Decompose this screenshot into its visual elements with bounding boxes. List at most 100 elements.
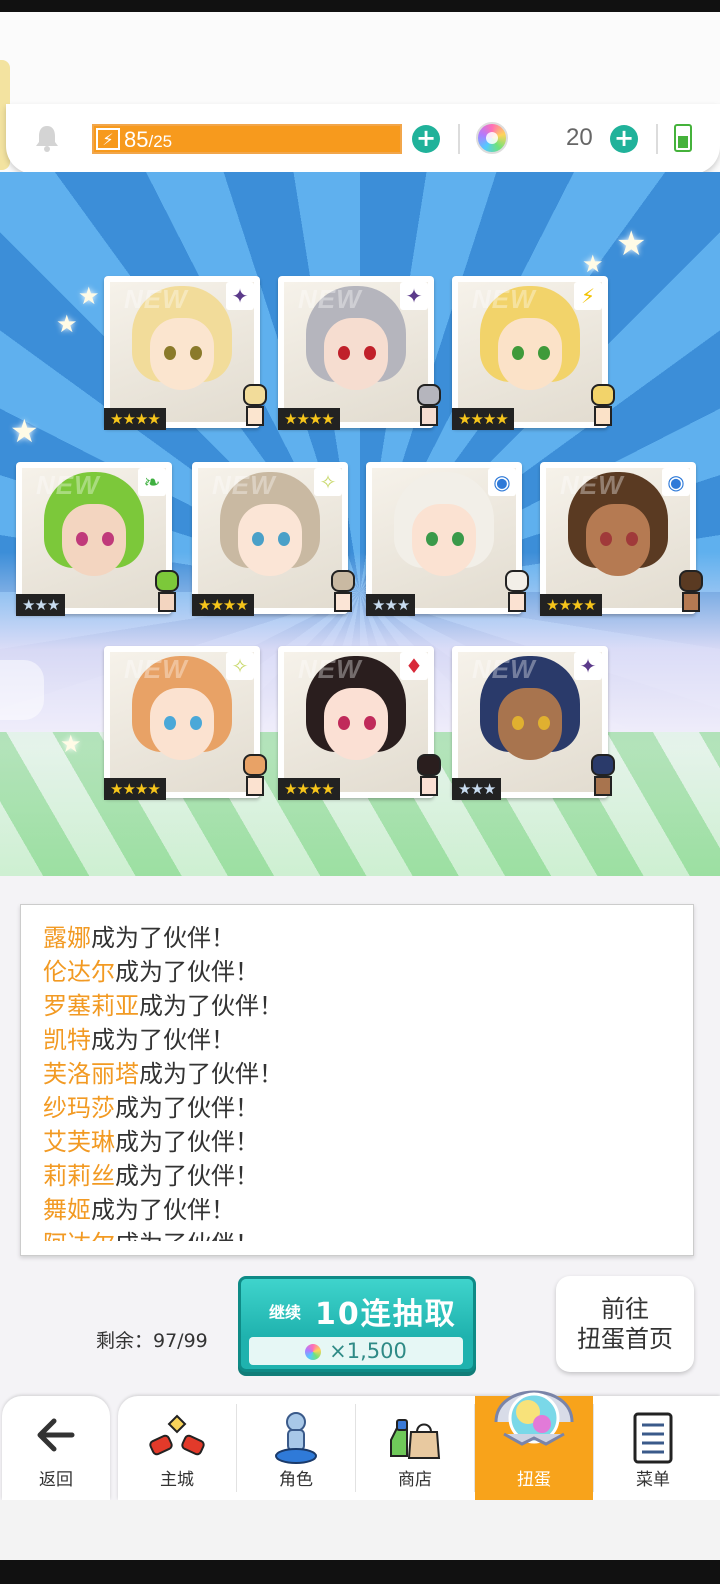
- nav-item-menu[interactable]: 菜单: [594, 1396, 712, 1500]
- stamina-max: /25: [148, 132, 173, 151]
- character-card[interactable]: NEW ❧ ★★★: [16, 462, 179, 622]
- back-label: 返回: [39, 1470, 73, 1490]
- portrait-eye: [252, 532, 264, 546]
- character-card[interactable]: NEW ✦ ★★★: [452, 646, 615, 806]
- star-rating: ★★★★: [452, 408, 514, 430]
- log-message: 成为了伙伴！: [115, 1094, 259, 1122]
- chibi-body: [158, 592, 176, 612]
- chibi-head: [591, 384, 615, 406]
- star-rating: ★★★: [16, 594, 66, 616]
- gem-count: 20: [566, 124, 593, 151]
- back-arrow-icon: [37, 1418, 75, 1452]
- log-character-name: 凯特: [43, 1026, 91, 1054]
- chibi-head: [679, 570, 703, 592]
- stamina-bolt-icon: ⚡: [96, 128, 120, 150]
- bell-icon[interactable]: [34, 124, 60, 152]
- draw-cost-value: ×1,500: [329, 1339, 407, 1363]
- chibi-sprite-icon: [586, 384, 620, 430]
- gacha-home-button[interactable]: 前往 扭蛋首页: [556, 1276, 694, 1372]
- log-line: 阿达尔成为了伙伴！: [43, 1227, 683, 1241]
- element-icon: ⚡: [574, 282, 602, 310]
- sparkle-icon: ★: [78, 282, 100, 310]
- sparkle-icon: ★: [60, 730, 82, 758]
- add-stamina-button[interactable]: +: [412, 125, 440, 153]
- star-rating: ★★★★: [278, 408, 340, 430]
- element-icon: ◉: [488, 468, 516, 496]
- log-character-name: 艾芙琳: [43, 1128, 115, 1156]
- nav-label-town: 主城: [160, 1470, 194, 1490]
- remaining-count: 剩余：97/99: [96, 1330, 208, 1352]
- stamina-current: 85: [124, 127, 149, 152]
- log-character-name: 罗塞莉亚: [43, 992, 139, 1020]
- chibi-body: [246, 776, 264, 796]
- bottom-strip: [0, 1500, 720, 1560]
- log-character-name: 阿达尔: [43, 1230, 115, 1241]
- stamina-text: 85/25: [124, 127, 172, 153]
- add-gem-button[interactable]: +: [610, 125, 638, 153]
- character-card[interactable]: NEW ✦ ★★★★: [104, 276, 267, 436]
- portrait-eye: [364, 346, 376, 360]
- portrait-eye: [278, 532, 290, 546]
- nav-label-gacha: 扭蛋: [517, 1470, 551, 1490]
- portrait-eye: [164, 716, 176, 730]
- portrait-face: [62, 504, 126, 576]
- portrait-face: [324, 318, 388, 390]
- nav-item-town[interactable]: 主城: [118, 1396, 236, 1500]
- portrait-face: [586, 504, 650, 576]
- log-character-name: 芙洛丽塔: [43, 1060, 139, 1088]
- side-handle[interactable]: [0, 660, 44, 720]
- chibi-sprite-icon: [500, 570, 534, 616]
- portrait-face: [150, 688, 214, 760]
- log-message: 成为了伙伴！: [115, 1230, 259, 1241]
- log-character-name: 纱玛莎: [43, 1094, 115, 1122]
- portrait-eye: [102, 532, 114, 546]
- character-card[interactable]: NEW ⚡ ★★★★: [452, 276, 615, 436]
- back-button[interactable]: 返回: [2, 1396, 110, 1500]
- chibi-sprite-icon: [674, 570, 708, 616]
- character-card[interactable]: NEW ♦ ★★★★: [278, 646, 441, 806]
- new-label: NEW: [472, 654, 536, 684]
- log-line: 莉莉丝成为了伙伴！: [43, 1159, 683, 1193]
- chibi-head: [591, 754, 615, 776]
- bottom-nav: 返回 主城 角色 商店 扭蛋 菜单: [0, 1390, 720, 1500]
- portrait-face: [150, 318, 214, 390]
- new-label: NEW: [124, 284, 188, 314]
- log-character-name: 莉莉丝: [43, 1162, 115, 1190]
- chibi-head: [155, 570, 179, 592]
- gem-icon: [305, 1344, 322, 1360]
- chibi-sprite-icon: [326, 570, 360, 616]
- portrait-eye: [76, 532, 88, 546]
- character-card[interactable]: NEW ✧ ★★★★: [192, 462, 355, 622]
- menu-list-icon: [633, 1412, 673, 1464]
- element-icon: ✧: [226, 652, 254, 680]
- acquisition-log[interactable]: 露娜成为了伙伴！ 伦达尔成为了伙伴！ 罗塞莉亚成为了伙伴！ 凯特成为了伙伴！ 芙洛丽塔成…: [20, 904, 694, 1256]
- nav-item-gacha[interactable]: 扭蛋: [475, 1390, 593, 1500]
- star-rating: ★★★★: [104, 408, 166, 430]
- character-card[interactable]: NEW ✧ ★★★★: [104, 646, 267, 806]
- portrait-eye: [512, 716, 524, 730]
- draw-continue-label: 继续: [269, 1303, 302, 1322]
- star-rating: ★★★★: [192, 594, 254, 616]
- nav-item-shop[interactable]: 商店: [356, 1396, 474, 1500]
- draw-10-button[interactable]: 继续 10连抽取 ×1,500: [238, 1276, 476, 1372]
- portrait-eye: [512, 346, 524, 360]
- chibi-body: [420, 776, 438, 796]
- element-icon: ✦: [574, 652, 602, 680]
- portrait-eye: [538, 346, 550, 360]
- chibi-sprite-icon: [412, 384, 446, 430]
- character-statue-icon: [275, 1412, 317, 1464]
- portrait-eye: [164, 346, 176, 360]
- log-message: 成为了伙伴！: [139, 992, 283, 1020]
- log-line: 芙洛丽塔成为了伙伴！: [43, 1057, 683, 1091]
- nav-item-characters[interactable]: 角色: [237, 1396, 355, 1500]
- chibi-body: [594, 406, 612, 426]
- chibi-body: [334, 592, 352, 612]
- log-character-name: 露娜: [43, 924, 91, 952]
- character-card[interactable]: ◉ ★★★: [366, 462, 529, 622]
- log-line: 露娜成为了伙伴！: [43, 921, 683, 955]
- character-card[interactable]: NEW ✦ ★★★★: [278, 276, 441, 436]
- system-status-bar: [0, 0, 720, 12]
- chibi-head: [417, 384, 441, 406]
- chibi-head: [331, 570, 355, 592]
- character-card[interactable]: NEW ◉ ★★★★: [540, 462, 703, 622]
